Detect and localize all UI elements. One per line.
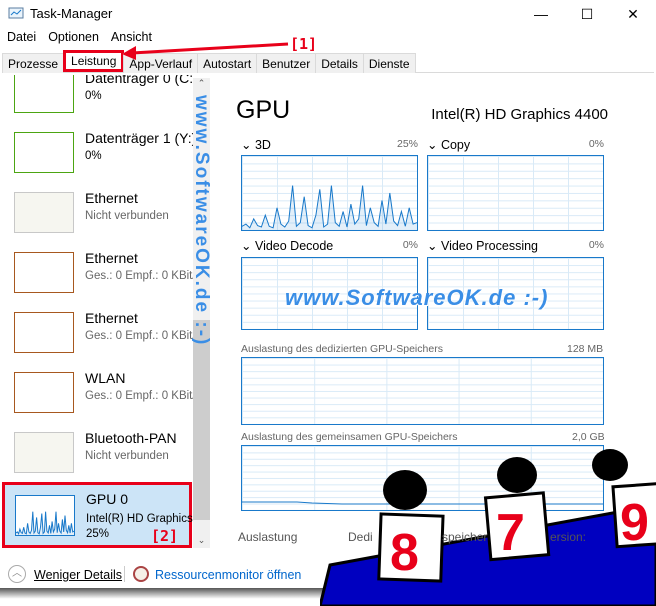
tab-prozesse[interactable]: Prozesse (2, 53, 65, 73)
sidebar-thumb-graph (14, 252, 74, 293)
sidebar-item-sub: Nicht verbunden (85, 450, 169, 462)
engine-label[interactable]: ⌄ Copy (427, 137, 470, 152)
sidebar-thumb-graph (14, 312, 74, 353)
tab-leistung[interactable]: Leistung (63, 50, 125, 72)
window-shadow (0, 588, 656, 606)
sidebar-item-name: Bluetooth-PAN (85, 430, 177, 446)
dedicated-memory-graph (241, 357, 604, 425)
scroll-down-icon[interactable]: ⌄ (193, 535, 210, 546)
engine-value: 0% (588, 138, 604, 150)
sidebar-item-sub: Nicht verbunden (85, 210, 169, 222)
engine-label[interactable]: ⌄ Video Processing (427, 238, 538, 253)
footer-divider (124, 566, 125, 582)
shared-memory-value: 2,0 GB (572, 431, 605, 443)
sidebar-item[interactable]: Ethernet Ges.: 0 Empf.: 0 KBit/s (0, 310, 193, 372)
watermark: www.SoftwareOK.de :-) (285, 285, 549, 310)
resource-monitor-icon (133, 566, 149, 582)
shared-memory-graph (241, 445, 604, 511)
stat-dedicated-label: Dedi (348, 530, 373, 544)
engine-graph (427, 155, 604, 231)
page-title: GPU (236, 96, 291, 124)
engine-name: Copy (440, 138, 471, 152)
sidebar-item-name: Ethernet (85, 310, 138, 326)
engine-value: 0% (588, 239, 604, 251)
engine-name: Video Processing (440, 239, 539, 253)
tab-bar: Prozesse Leistung App-Verlauf Autostart … (2, 50, 654, 73)
tab-dienste[interactable]: Dienste (362, 53, 416, 73)
sidebar-item-name: Datenträger 0 (C:) (85, 75, 193, 86)
sidebar-thumb-graph (14, 132, 74, 173)
resource-monitor-link[interactable]: Ressourcenmonitor öffnen (155, 568, 301, 582)
menu-datei[interactable]: Datei (7, 30, 36, 44)
sidebar-item-sub: 0% (85, 90, 102, 102)
sidebar-item-name: Ethernet (85, 250, 138, 266)
sidebar-item-name: WLAN (85, 370, 126, 386)
watermark-vertical: www.SoftwareOK.de :-) (191, 95, 212, 347)
maximize-button[interactable]: ☐ (564, 0, 610, 28)
sidebar-thumb-graph (14, 75, 74, 113)
scrollbar-thumb[interactable] (193, 320, 210, 520)
sidebar-thumb-graph (14, 372, 74, 413)
tab-details[interactable]: Details (315, 53, 364, 73)
sidebar-item-name: Ethernet (85, 190, 138, 206)
engine-label[interactable]: ⌄ Video Decode (241, 238, 333, 253)
close-button[interactable]: ✕ (610, 0, 656, 28)
minimize-button[interactable]: — (518, 0, 564, 28)
annotation-arrow (122, 42, 289, 60)
sidebar-thumb-graph (14, 432, 74, 473)
annotation-1: [1] (290, 35, 318, 53)
engine-graph (241, 155, 418, 231)
scroll-up-icon[interactable]: ⌃ (193, 78, 210, 89)
shared-memory-label: Auslastung des gemeinsamen GPU-Speichers (241, 431, 458, 443)
gpu-model: Intel(R) HD Graphics 4400 (431, 106, 608, 123)
engine-name: 3D (254, 138, 271, 152)
resource-sidebar: Datenträger 0 (C:) 0% Datenträger 1 (Y:)… (0, 75, 210, 550)
gpu-thumb-graph (15, 495, 75, 536)
collapse-icon[interactable]: ︿ (8, 565, 26, 583)
sidebar-thumb-graph (14, 192, 74, 233)
stat-auslastung-label: Auslastung (238, 530, 298, 544)
sidebar-item[interactable]: Ethernet Ges.: 0 Empf.: 0 KBit/s (0, 250, 193, 312)
sidebar-item-sub: Ges.: 0 Empf.: 0 KBit/s (85, 330, 193, 342)
stat-version-label: ersion: (550, 530, 587, 544)
dedicated-memory-value: 128 MB (567, 343, 604, 355)
sidebar-item[interactable]: Ethernet Nicht verbunden (0, 190, 193, 252)
sidebar-item-sub: Ges.: 0 Empf.: 0 KBit/s (85, 390, 193, 402)
stat-memory-label: speicher (442, 530, 488, 544)
sidebar-item-sub: 0% (85, 150, 102, 162)
dedicated-memory-label: Auslastung des dedizierten GPU-Speichers (241, 343, 443, 355)
sidebar-item-name: Datenträger 1 (Y:) (85, 130, 193, 146)
sidebar-item[interactable]: WLAN Ges.: 0 Empf.: 0 KBit/s (0, 370, 193, 432)
footer: ︿ Weniger Details Ressourcenmonitor öffn… (0, 560, 656, 588)
score-card-3: 9 (620, 494, 649, 552)
engine-value: 0% (402, 239, 418, 251)
engine-label[interactable]: ⌄ 3D (241, 137, 271, 152)
task-manager-icon (8, 7, 24, 19)
sidebar-item[interactable]: Datenträger 0 (C:) 0% (0, 75, 193, 132)
window-title: Task-Manager (30, 6, 113, 21)
sidebar-item-gpu0[interactable]: GPU 0 Intel(R) HD Graphics 4400 25% [2] (2, 482, 194, 548)
score-card-2: 7 (496, 504, 525, 562)
sidebar-item[interactable]: Datenträger 1 (Y:) 0% (0, 130, 193, 192)
menu-optionen[interactable]: Optionen (48, 30, 99, 44)
gpu-item-name: GPU 0 (86, 491, 129, 507)
annotation-2: [2] (151, 527, 179, 545)
gpu-item-model: Intel(R) HD Graphics 4400 (86, 513, 194, 525)
engine-value: 25% (396, 138, 418, 150)
sidebar-item-sub: Ges.: 0 Empf.: 0 KBit/s (85, 270, 193, 282)
fewer-details-link[interactable]: Weniger Details (34, 568, 122, 582)
title-bar: Task-Manager — ☐ ✕ (0, 0, 656, 28)
engine-name: Video Decode (254, 239, 334, 253)
